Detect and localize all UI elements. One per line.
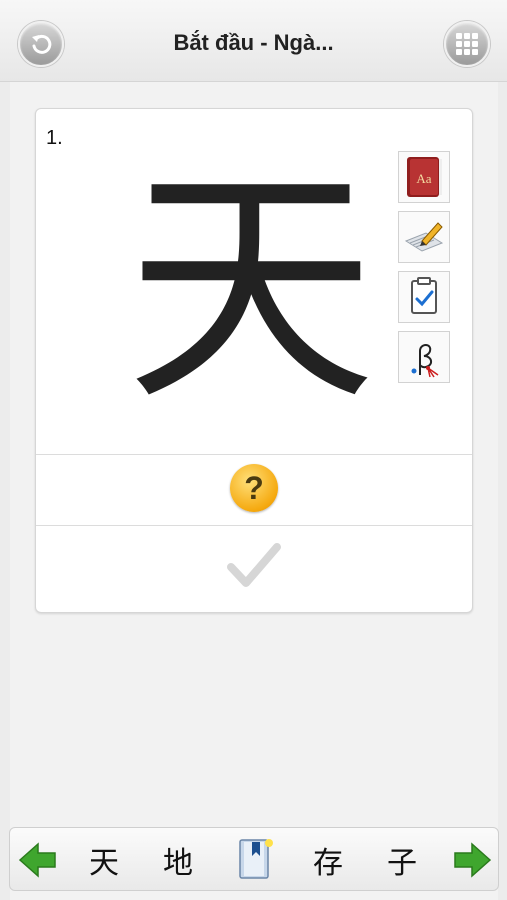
write-icon — [404, 222, 444, 252]
word-navigation-bar: 天 地 存 子 — [9, 827, 499, 891]
stroke-order-button[interactable] — [398, 331, 450, 383]
svg-text:Aa: Aa — [416, 171, 431, 186]
kanji-character: 天 — [126, 143, 376, 434]
word-item[interactable]: 地 — [156, 838, 200, 882]
write-button[interactable] — [398, 211, 450, 263]
kanji-card: 1. 天 Aa ? — [35, 108, 473, 613]
card-divider — [36, 454, 472, 455]
quiz-clipboard-icon — [411, 277, 437, 314]
grid-menu-icon — [456, 33, 478, 55]
bookmark-icon[interactable] — [238, 836, 276, 880]
next-arrow-icon[interactable] — [452, 840, 492, 880]
dictionary-icon: Aa — [407, 157, 442, 197]
back-icon — [32, 34, 52, 54]
card-divider — [36, 525, 472, 526]
stroke-order-icon — [411, 344, 439, 378]
card-index: 1. — [46, 127, 63, 149]
mark-known-button[interactable] — [226, 537, 282, 593]
quiz-button[interactable] — [398, 271, 450, 323]
checkmark-icon — [227, 543, 281, 587]
prev-arrow-icon[interactable] — [18, 840, 58, 880]
word-item[interactable]: 存 — [306, 838, 350, 882]
top-navigation-bar: Bắt đầu - Ngà... — [0, 0, 507, 82]
dictionary-button[interactable]: Aa — [398, 151, 450, 203]
page-title: Bắt đầu - Ngà... — [173, 30, 334, 55]
word-item[interactable]: 天 — [82, 838, 126, 882]
back-button[interactable] — [18, 21, 64, 67]
help-button[interactable]: ? — [230, 464, 278, 512]
word-item[interactable]: 子 — [380, 838, 424, 882]
grid-menu-button[interactable] — [444, 21, 490, 67]
